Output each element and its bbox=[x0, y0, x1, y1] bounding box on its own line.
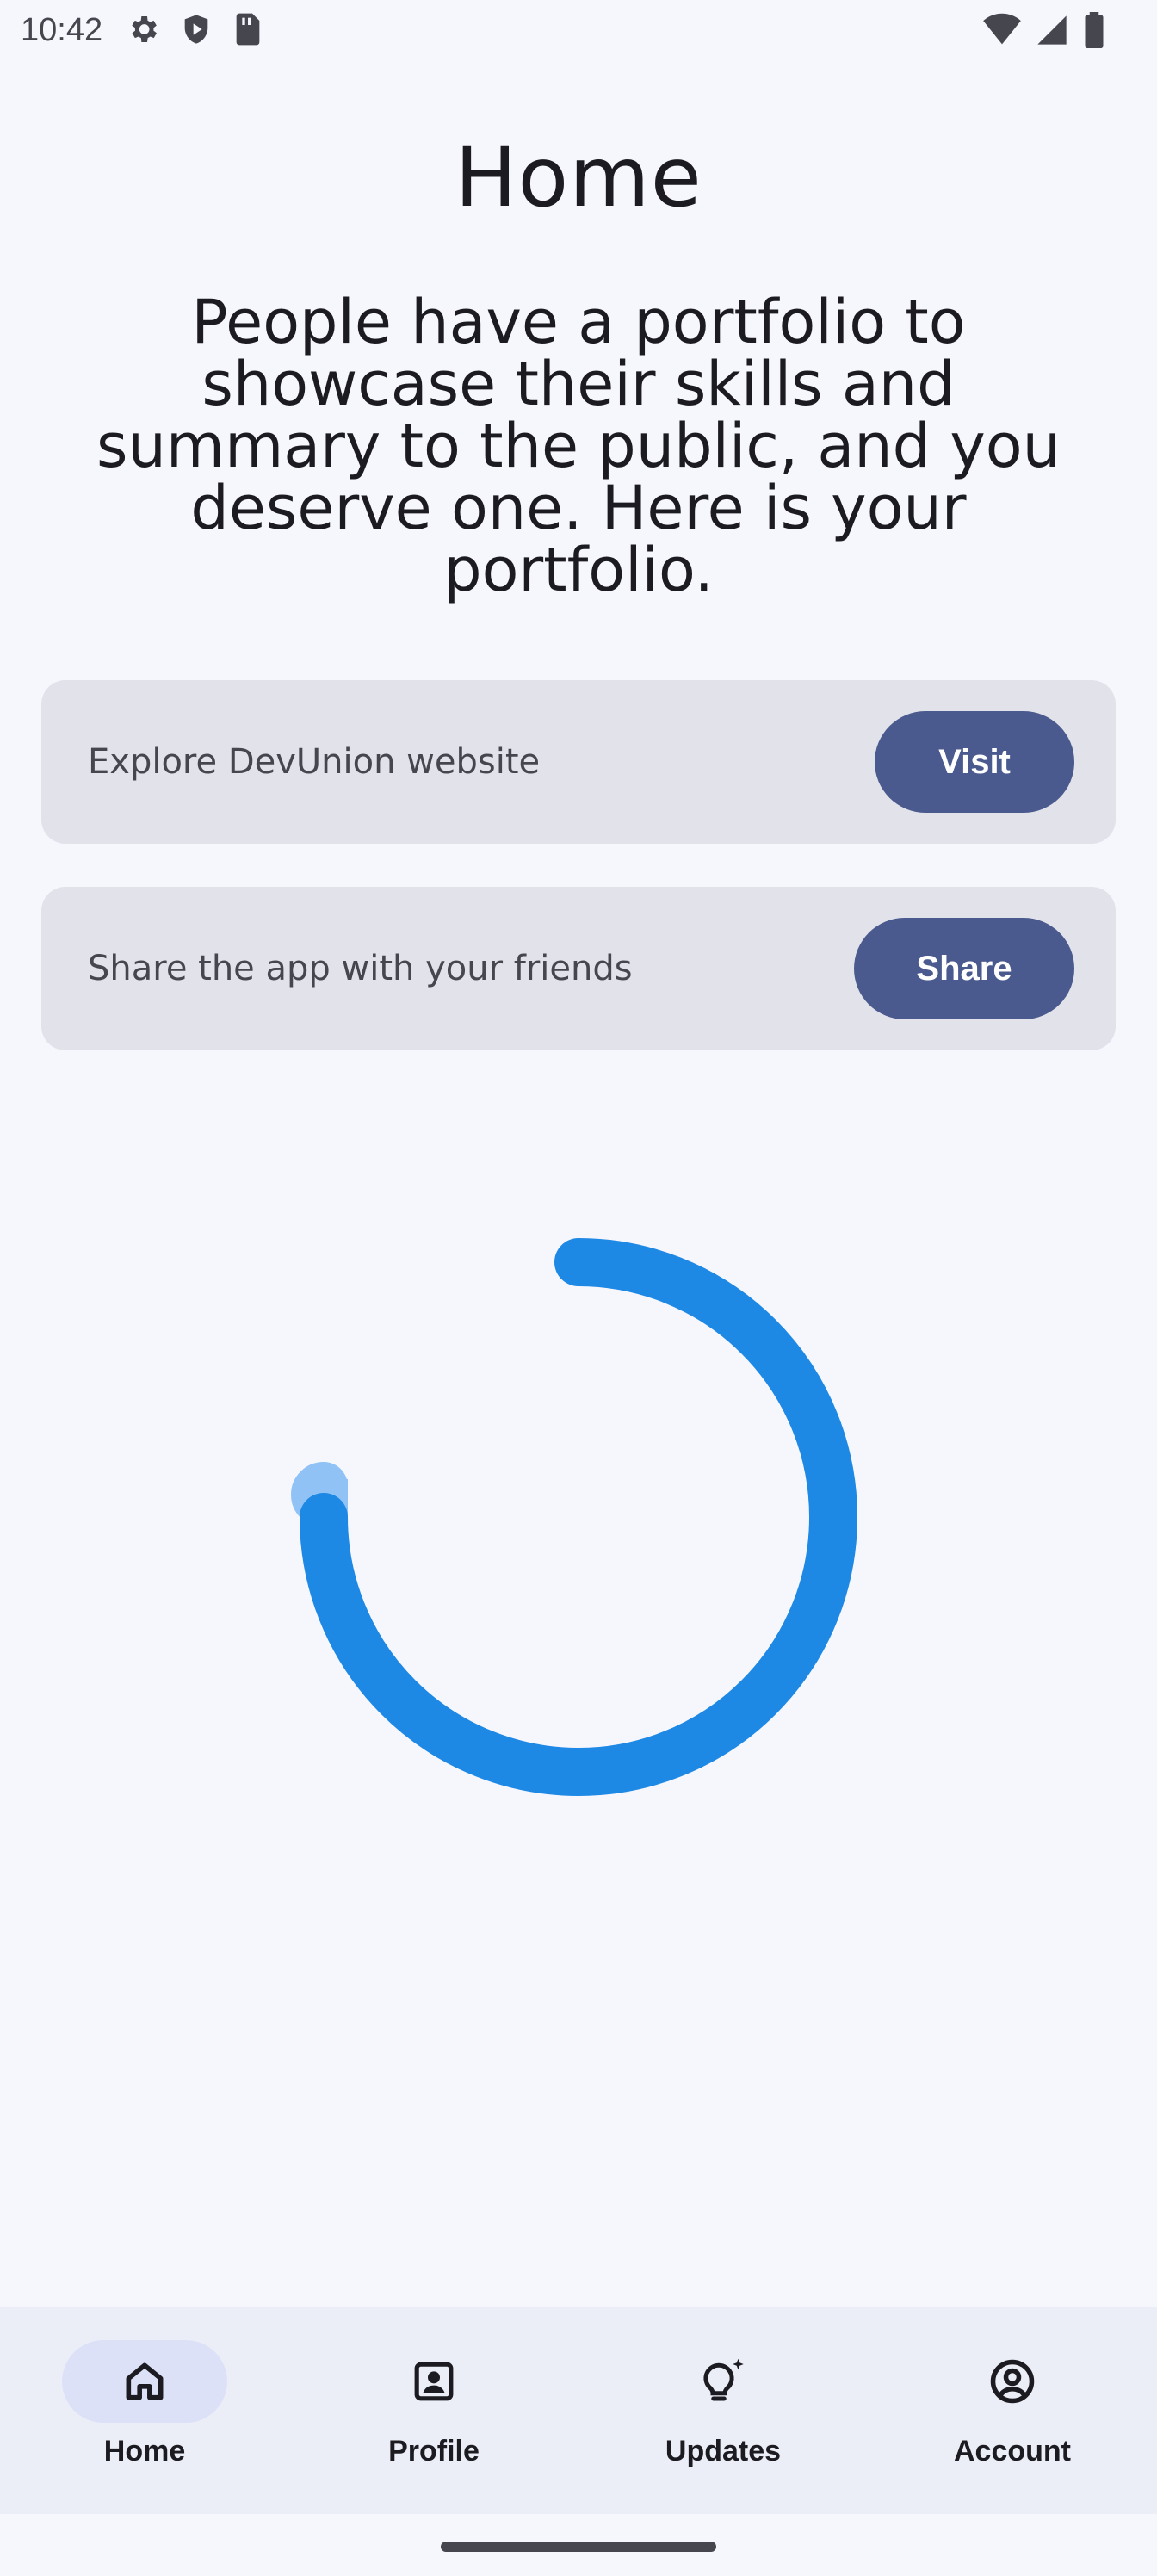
account-icon bbox=[990, 2359, 1035, 2404]
bottom-navigation: Home Profile Updates Account bbox=[0, 2307, 1157, 2514]
nav-item-home[interactable]: Home bbox=[0, 2307, 289, 2514]
battery-icon bbox=[1085, 12, 1104, 48]
explore-website-card: Explore DevUnion website Visit bbox=[41, 680, 1116, 844]
sim-card-icon bbox=[236, 13, 260, 46]
page-title: Home bbox=[455, 129, 702, 226]
loading-spinner bbox=[291, 1238, 857, 1796]
status-time: 10:42 bbox=[21, 12, 103, 48]
nav-label-profile: Profile bbox=[388, 2435, 480, 2468]
spinner-arc bbox=[300, 1238, 857, 1796]
nav-item-updates[interactable]: Updates bbox=[578, 2307, 868, 2514]
profile-icon bbox=[414, 2362, 454, 2401]
status-bar: 10:42 bbox=[0, 0, 1157, 62]
visit-button[interactable]: Visit bbox=[875, 711, 1074, 813]
nav-label-updates: Updates bbox=[665, 2435, 782, 2468]
share-app-text: Share the app with your friends bbox=[88, 949, 633, 988]
gesture-navigation-bar[interactable] bbox=[441, 2542, 716, 2552]
intro-text: People have a portfolio to showcase thei… bbox=[96, 287, 1061, 605]
home-icon bbox=[126, 2362, 164, 2400]
nav-label-home: Home bbox=[103, 2435, 186, 2468]
signal-icon bbox=[1037, 15, 1067, 45]
shield-icon bbox=[184, 15, 208, 44]
status-icons-right bbox=[983, 12, 1105, 48]
share-app-card: Share the app with your friends Share bbox=[41, 887, 1116, 1050]
nav-icon-container bbox=[930, 2340, 1095, 2423]
share-button[interactable]: Share bbox=[854, 918, 1074, 1019]
wifi-icon bbox=[983, 13, 1021, 45]
explore-website-text: Explore DevUnion website bbox=[88, 742, 541, 782]
settings-icon bbox=[132, 16, 157, 42]
nav-item-account[interactable]: Account bbox=[868, 2307, 1157, 2514]
nav-icon-container bbox=[640, 2340, 806, 2423]
status-icons-left bbox=[126, 12, 263, 46]
nav-item-profile[interactable]: Profile bbox=[289, 2307, 578, 2514]
nav-icon-container bbox=[351, 2340, 517, 2423]
nav-label-account: Account bbox=[954, 2435, 1071, 2468]
lightbulb-icon bbox=[703, 2358, 744, 2401]
nav-active-indicator bbox=[62, 2340, 227, 2423]
